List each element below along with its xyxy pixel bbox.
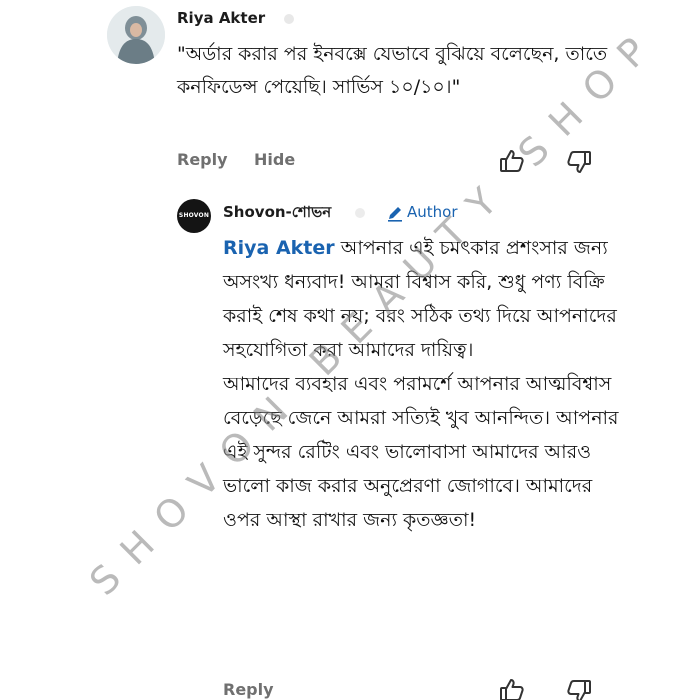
commenter-name[interactable]: Riya Akter: [177, 9, 265, 27]
hide-button[interactable]: Hide: [254, 150, 295, 169]
reply-meta-dot: [355, 208, 365, 218]
reply-text-paragraph-2: আমাদের ব্যবহার এবং পরামর্শে আপনার আত্মবি…: [223, 373, 619, 531]
reply-reply-button[interactable]: Reply: [223, 680, 274, 699]
reply-button[interactable]: Reply: [177, 150, 228, 169]
comment-text: "অর্ডার করার পর ইনবক্সে যেভাবে বুঝিয়ে ব…: [177, 43, 608, 98]
mention-link[interactable]: Riya Akter: [223, 237, 335, 259]
thumbs-up-icon[interactable]: [499, 148, 525, 174]
commenter-meta-dot: [284, 14, 294, 24]
reply-thumbs-up-icon[interactable]: [499, 677, 525, 700]
commenter-avatar[interactable]: [107, 6, 165, 64]
thumbs-down-icon[interactable]: [566, 149, 592, 175]
reply-author-name[interactable]: Shovon-শোভন: [223, 201, 331, 226]
reply-actions: Reply: [223, 680, 274, 699]
comment-thread: Riya Akter "অর্ডার করার পর ইনবক্সে যেভাব…: [0, 0, 700, 700]
reply-thumbs-down-icon[interactable]: [566, 678, 592, 700]
author-badge-label: Author: [407, 203, 458, 221]
avatar-logo-text: SHOVON: [178, 212, 210, 219]
reply-text: Riya Akter আপনার এই চমৎকার প্রশংসার জন্য…: [223, 231, 623, 537]
pencil-icon: [388, 207, 402, 222]
reply-author-avatar[interactable]: SHOVON: [177, 199, 211, 233]
